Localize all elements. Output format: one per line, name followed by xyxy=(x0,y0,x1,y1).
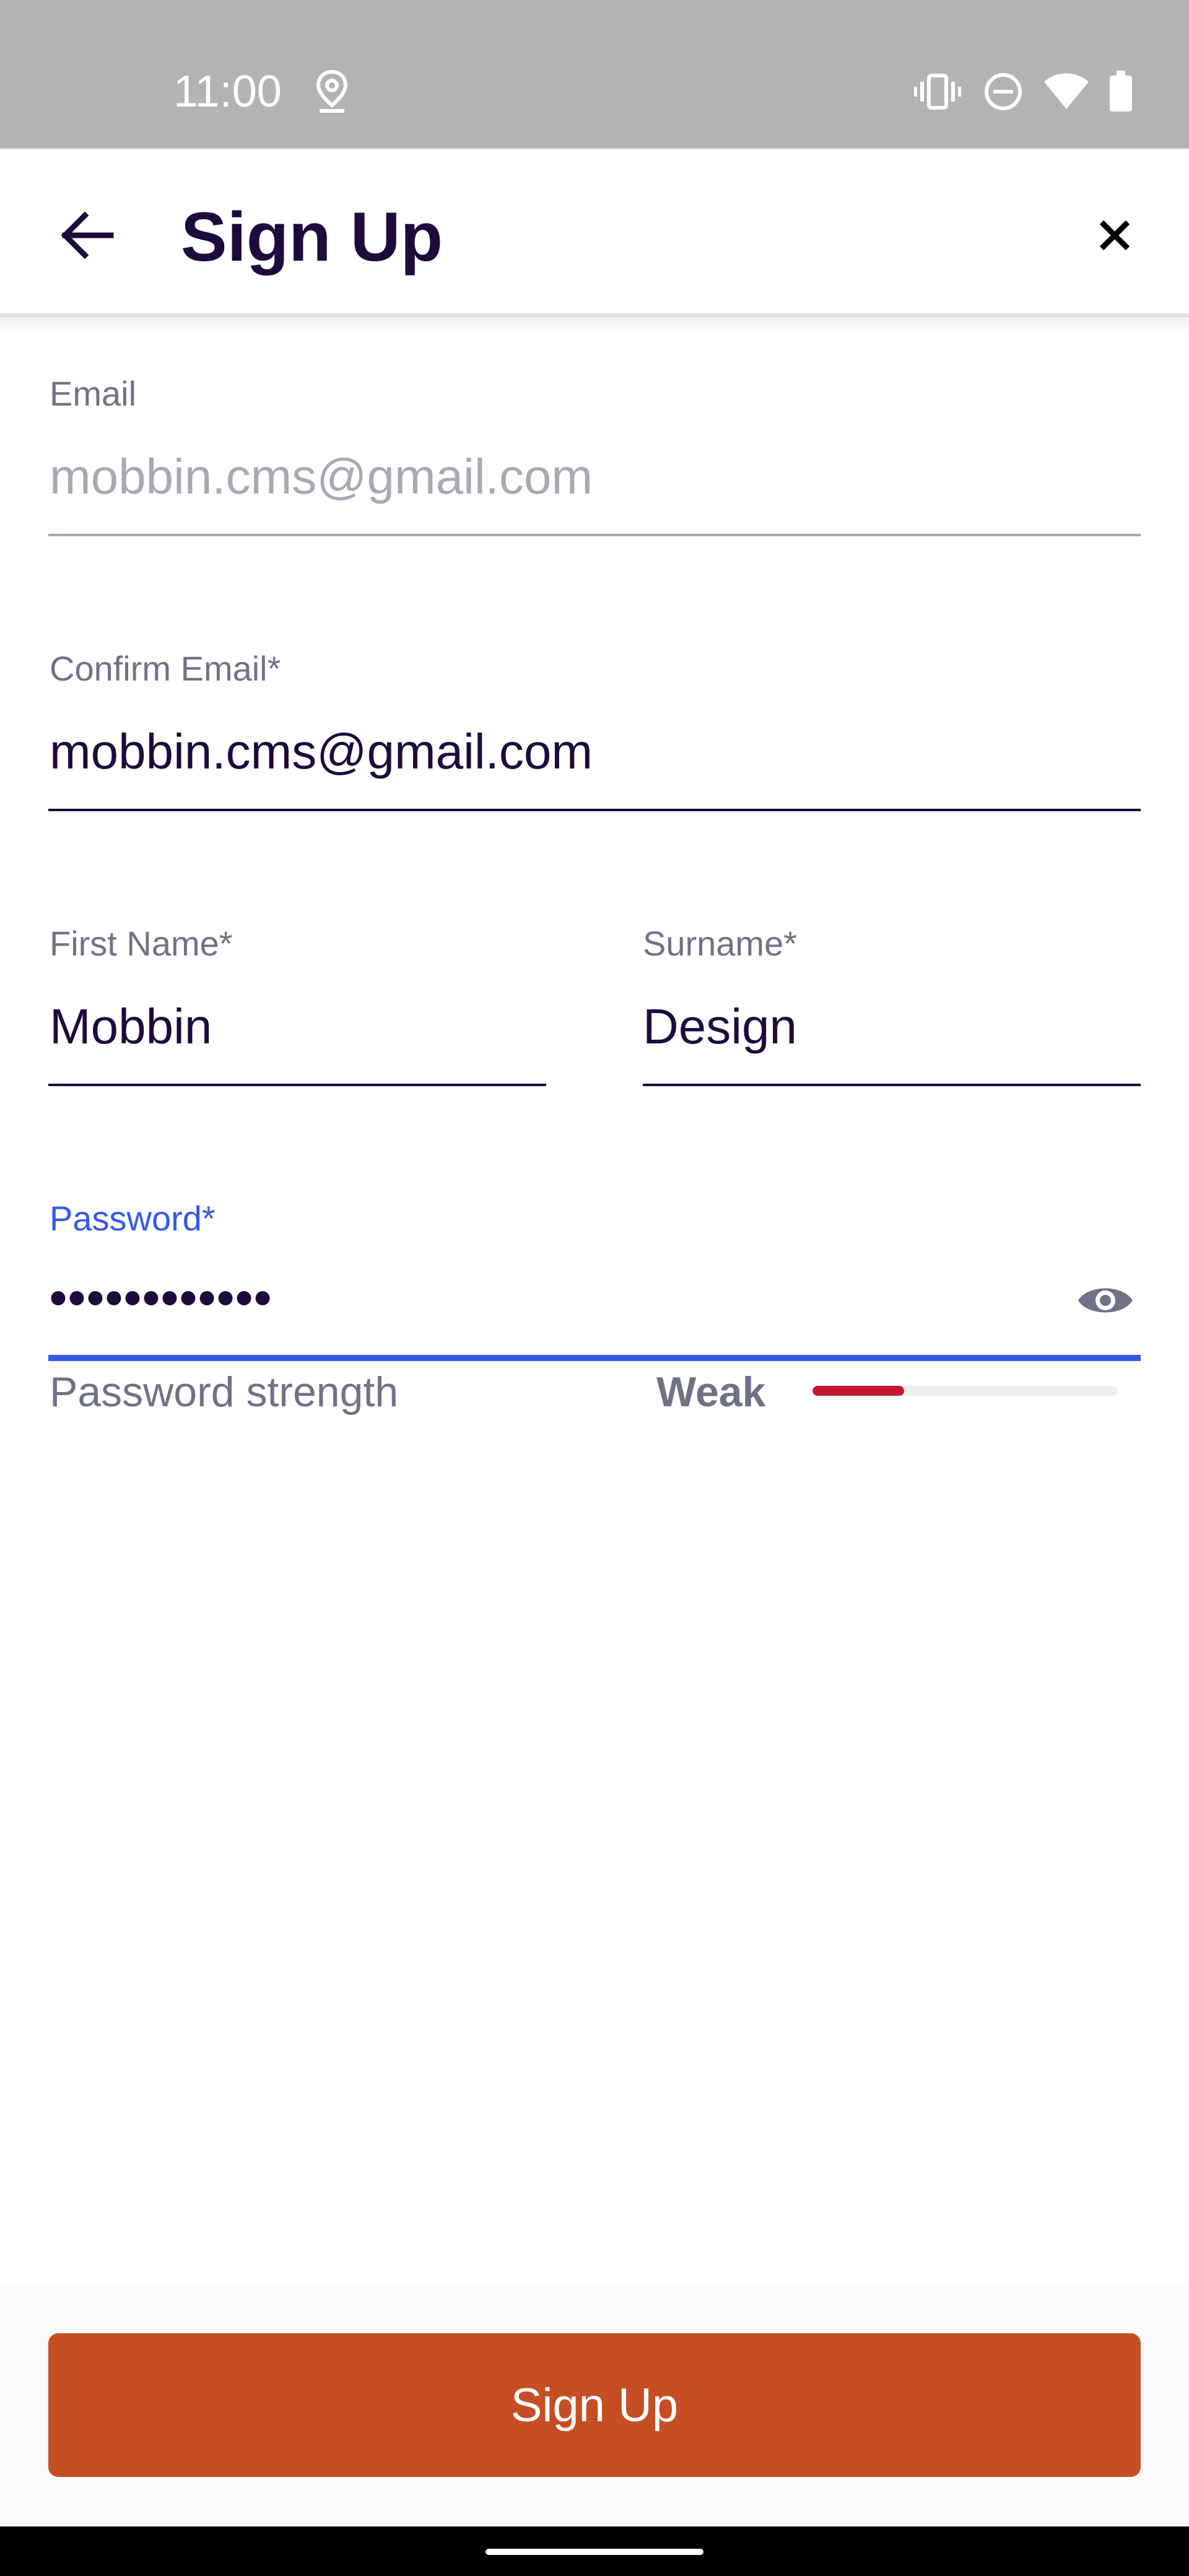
surname-underline xyxy=(643,1084,1141,1086)
battery-icon xyxy=(1104,67,1138,116)
app-bar xyxy=(0,149,1189,317)
password-underline xyxy=(48,1355,1141,1361)
confirm-email-label: Confirm Email* xyxy=(50,649,281,688)
password-strength-fill xyxy=(812,1386,904,1396)
password-input[interactable]: •••••••••••• xyxy=(50,1268,272,1328)
location-icon xyxy=(312,67,352,116)
email-field: mobbin.cms@gmail.com xyxy=(50,449,593,504)
vibrate-icon xyxy=(914,67,961,116)
first-name-label: First Name* xyxy=(50,924,233,963)
wifi-icon xyxy=(1042,67,1091,116)
first-name-input[interactable] xyxy=(50,997,545,1056)
password-label: Password* xyxy=(50,1199,216,1238)
email-underline xyxy=(48,534,1141,536)
surname-input[interactable] xyxy=(643,997,1138,1056)
password-strength-value: Weak xyxy=(656,1368,766,1416)
close-icon[interactable] xyxy=(1078,198,1152,272)
app-bar-shadow xyxy=(0,317,1189,334)
arrow-left-icon[interactable] xyxy=(50,198,124,272)
eye-icon[interactable] xyxy=(1071,1269,1139,1331)
confirm-email-underline xyxy=(48,809,1141,811)
home-indicator[interactable] xyxy=(486,2549,703,2555)
password-strength-meter xyxy=(812,1386,1117,1396)
email-label: Email xyxy=(50,374,137,413)
status-time: 11:00 xyxy=(173,67,282,116)
page-title: Sign Up xyxy=(181,198,443,276)
password-strength-label: Password strength xyxy=(50,1368,399,1416)
confirm-email-input[interactable] xyxy=(50,722,1139,781)
first-name-underline xyxy=(48,1084,546,1086)
do-not-disturb-icon xyxy=(982,67,1024,116)
sign-up-button[interactable]: Sign Up xyxy=(48,2333,1141,2477)
surname-label: Surname* xyxy=(643,924,798,963)
